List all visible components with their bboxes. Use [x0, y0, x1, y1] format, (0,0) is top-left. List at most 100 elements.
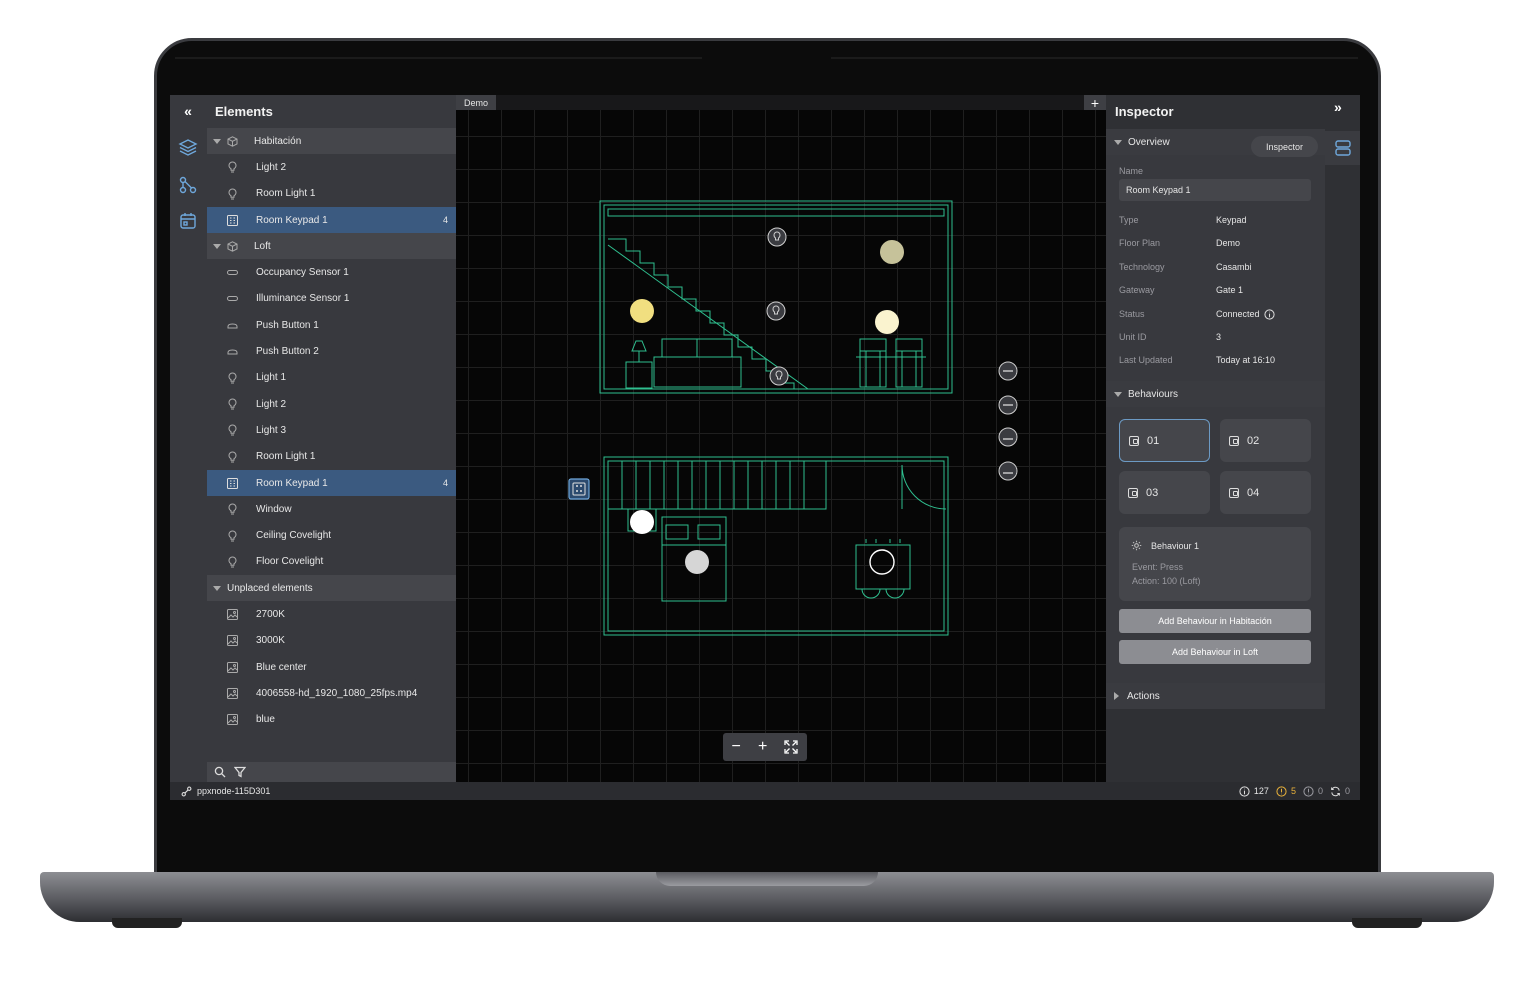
floorplan-canvas[interactable] — [456, 95, 1106, 782]
tree-item[interactable]: Room Keypad 1 4 — [207, 206, 456, 234]
info-count[interactable]: 127 — [1254, 786, 1269, 796]
laptop-foot — [112, 918, 182, 928]
inspector-tab[interactable] — [1325, 131, 1360, 165]
light-marker — [875, 310, 899, 334]
field-value: Gate 1 — [1216, 285, 1244, 296]
tree-item[interactable]: Light 3 — [207, 417, 456, 443]
behaviour-button-04[interactable]: 04 — [1220, 471, 1311, 514]
warning-count[interactable]: 5 — [1291, 786, 1296, 796]
keypad-marker — [568, 478, 590, 500]
layers-icon[interactable] — [176, 135, 200, 159]
behaviour-button-label: 01 — [1147, 434, 1160, 447]
sync-count[interactable]: 0 — [1345, 786, 1350, 796]
behaviours-label: Behaviours — [1128, 388, 1179, 400]
tree-item[interactable]: 4006558-hd_1920_1080_25fps.mp4 — [207, 680, 456, 706]
elements-title: Elements — [215, 103, 273, 119]
tree-item-label: 3000K — [256, 635, 285, 647]
field-value: Today at 16:10 — [1216, 355, 1276, 366]
image-icon — [227, 608, 247, 620]
status-bar: ppxnode-115D301 127 5 0 0 — [170, 782, 1360, 800]
tree-item[interactable]: Blue center — [207, 654, 456, 680]
room-icon — [227, 135, 247, 147]
tree-item-label: Occupancy Sensor 1 — [256, 267, 349, 279]
behaviour-button-label: 02 — [1247, 434, 1260, 447]
elements-footer — [207, 762, 456, 782]
zoom-in-button[interactable]: + — [758, 738, 767, 756]
app-screen: « Elements Habitación Light 2 Room Light 1… — [170, 95, 1360, 800]
tree-item[interactable]: Window — [207, 496, 456, 522]
fit-screen-icon[interactable] — [784, 740, 799, 754]
error-count[interactable]: 0 — [1318, 786, 1323, 796]
laptop-notch — [656, 872, 878, 886]
tree-item-label: Blue center — [256, 661, 307, 673]
graph-nodes-icon[interactable] — [176, 173, 200, 197]
tab-demo[interactable]: Demo — [456, 95, 496, 110]
name-input[interactable]: Room Keypad 1 — [1119, 179, 1311, 201]
chevron-down-icon — [213, 585, 221, 591]
behaviour-button-02[interactable]: 02 — [1220, 419, 1311, 462]
info-icon[interactable] — [1263, 309, 1275, 320]
tree-group[interactable]: Habitación — [207, 128, 456, 155]
tree-item-label: Light 3 — [256, 424, 287, 436]
add-behaviour-loft-button[interactable]: Add Behaviour in Loft — [1119, 640, 1311, 664]
behaviours-body: 01 02 03 04 Behaviour 1 Event: Press Act… — [1106, 407, 1325, 683]
tree-group[interactable]: Loft — [207, 233, 456, 260]
behaviour-card-action: Action: 100 (Loft) — [1132, 576, 1201, 586]
chevron-down-icon — [213, 243, 221, 249]
behaviours-section-header[interactable]: Behaviours — [1106, 381, 1325, 407]
search-icon[interactable] — [214, 766, 226, 778]
tree-item[interactable]: Room Light 1 — [207, 444, 456, 470]
bulb-icon — [227, 188, 247, 200]
tree-item-label: Push Button 2 — [256, 346, 319, 358]
button-icon — [227, 346, 247, 357]
tree-item[interactable]: Ceiling Covelight — [207, 522, 456, 548]
tree-item[interactable]: Light 2 — [207, 391, 456, 417]
tree-item[interactable]: 2700K — [207, 601, 456, 627]
tree-item[interactable]: Illuminance Sensor 1 — [207, 286, 456, 312]
add-tab-button[interactable]: + — [1084, 95, 1106, 111]
behaviour-button-03[interactable]: 03 — [1119, 471, 1210, 514]
collapse-right-icon[interactable]: » — [1334, 99, 1342, 115]
tree-item[interactable]: Light 1 — [207, 365, 456, 391]
light-marker — [869, 549, 895, 575]
bulb-icon — [227, 161, 247, 173]
actions-section-header[interactable]: Actions — [1106, 683, 1325, 709]
elements-panel: Elements Habitación Light 2 Room Light 1 Ro… — [207, 95, 456, 782]
behaviour-button-01[interactable]: 01 — [1119, 419, 1210, 462]
keypad-button-icon — [1229, 435, 1239, 446]
tree-item[interactable]: 3000K — [207, 628, 456, 654]
tree-item-label: Room Light 1 — [256, 451, 316, 463]
tree-item-label: Light 2 — [256, 161, 287, 173]
filter-icon[interactable] — [234, 766, 246, 778]
zoom-out-button[interactable]: − — [732, 738, 741, 756]
zoom-controls: − + — [723, 733, 807, 761]
tree-item-label: Window — [256, 503, 292, 515]
tree-item-label: Ceiling Covelight — [256, 530, 332, 542]
light-marker — [880, 240, 904, 264]
tree-item[interactable]: Room Light 1 — [207, 181, 456, 207]
add-behaviour-habitacion-button[interactable]: Add Behaviour in Habitación — [1119, 609, 1311, 633]
calendar-icon[interactable] — [176, 209, 200, 233]
tree-item[interactable]: Floor Covelight — [207, 549, 456, 575]
collapse-left-icon[interactable]: « — [176, 99, 200, 123]
image-icon — [227, 635, 247, 647]
inspector-panel: Inspector Overview Name Room Keypad 1 Ty… — [1106, 95, 1325, 782]
tree-item-label: Light 2 — [256, 398, 287, 410]
keypad-button-icon — [1229, 487, 1239, 498]
tree-item[interactable]: Occupancy Sensor 1 — [207, 259, 456, 285]
tree-item[interactable]: Push Button 1 — [207, 312, 456, 338]
node-name: ppxnode-115D301 — [197, 786, 271, 796]
tree-item[interactable]: Push Button 2 — [207, 338, 456, 364]
field-value: Keypad — [1216, 215, 1247, 225]
tree-group[interactable]: Unplaced elements — [207, 575, 456, 602]
keypad-icon — [227, 214, 247, 226]
behaviour-card[interactable]: Behaviour 1 Event: Press Action: 100 (Lo… — [1119, 527, 1311, 601]
image-icon — [227, 687, 247, 699]
field-label: Gateway — [1119, 285, 1155, 296]
tree-item[interactable]: blue — [207, 707, 456, 733]
tree-item[interactable]: Room Keypad 1 4 — [207, 469, 456, 497]
inspector-icon — [1334, 140, 1351, 156]
tree-item-count: 4 — [442, 215, 448, 226]
field-value: Demo — [1216, 238, 1241, 249]
tree-item[interactable]: Light 2 — [207, 154, 456, 180]
